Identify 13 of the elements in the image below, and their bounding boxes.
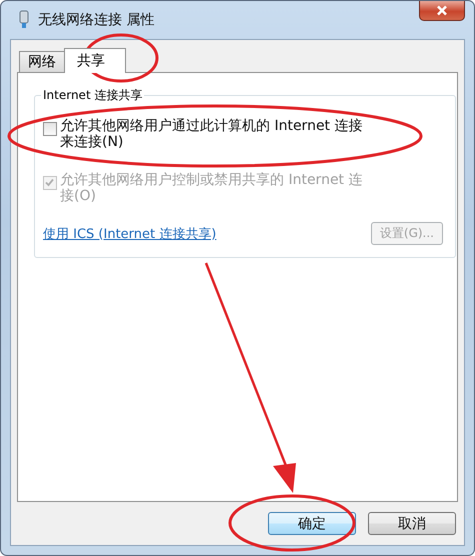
- checkbox[interactable]: [43, 122, 57, 136]
- close-icon: [436, 5, 448, 16]
- checkbox-label: 允许其他网络用户控制或禁用共享的 Internet 连接(O): [60, 172, 364, 204]
- ics-help-link[interactable]: 使用 ICS (Internet 连接共享): [43, 224, 216, 242]
- close-button[interactable]: [419, 1, 465, 21]
- ok-button[interactable]: 确定: [268, 512, 356, 535]
- checkbox-label: 允许其他网络用户通过此计算机的 Internet 连接来连接(N): [60, 118, 364, 150]
- window-title: 无线网络连接 属性: [38, 11, 154, 29]
- network-adapter-icon: [18, 10, 30, 30]
- group-title: Internet 连接共享: [41, 87, 144, 104]
- tab[interactable]: 共享: [64, 48, 126, 73]
- tab[interactable]: 网络: [19, 51, 65, 72]
- cancel-button[interactable]: 取消: [368, 512, 456, 535]
